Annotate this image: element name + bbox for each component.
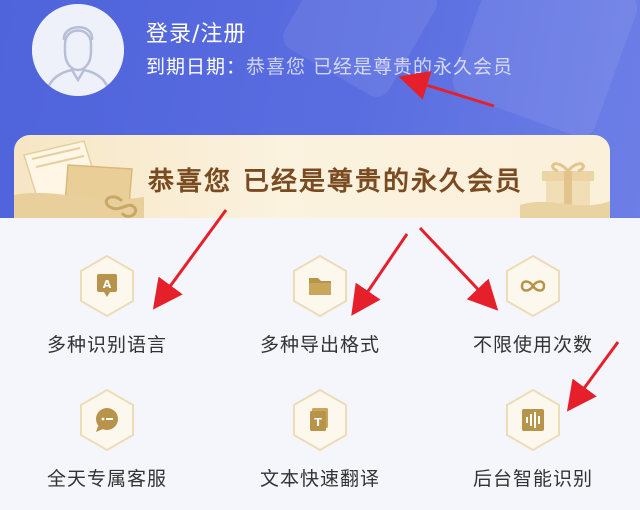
user-avatar[interactable] (32, 4, 124, 96)
feature-label: 文本快速翻译 (259, 468, 380, 490)
gift-icon (520, 162, 610, 218)
infinity-icon (504, 254, 562, 318)
feature-label: 全天专属客服 (46, 468, 167, 490)
translate-a-icon: A (78, 254, 136, 318)
feature-label: 多种识别语言 (46, 334, 167, 356)
folder-icon (291, 254, 349, 318)
document-t-icon: T (291, 388, 349, 452)
audio-wave-icon (504, 388, 562, 452)
person-icon (32, 4, 124, 96)
vip-banner: 恭喜您 已经是尊贵的永久会员 (14, 135, 610, 218)
paper-stack-icon (14, 140, 144, 218)
feature-label: 后台智能识别 (472, 468, 593, 490)
chat-bubble-icon (78, 388, 136, 452)
vip-status-text: 恭喜您 已经是尊贵的永久会员 (148, 167, 524, 197)
feature-label: 多种导出格式 (259, 334, 380, 356)
expiry-date: 到期日期：恭喜您 已经是尊贵的永久会员 (146, 52, 513, 79)
svg-text:A: A (103, 278, 112, 291)
login-register-link[interactable]: 登录/注册 (146, 16, 246, 48)
feature-label: 不限使用次数 (472, 334, 593, 356)
svg-text:T: T (314, 416, 322, 429)
expiry-label: 到期日期： (146, 56, 247, 78)
expiry-value: 恭喜您 已经是尊贵的永久会员 (246, 56, 514, 78)
